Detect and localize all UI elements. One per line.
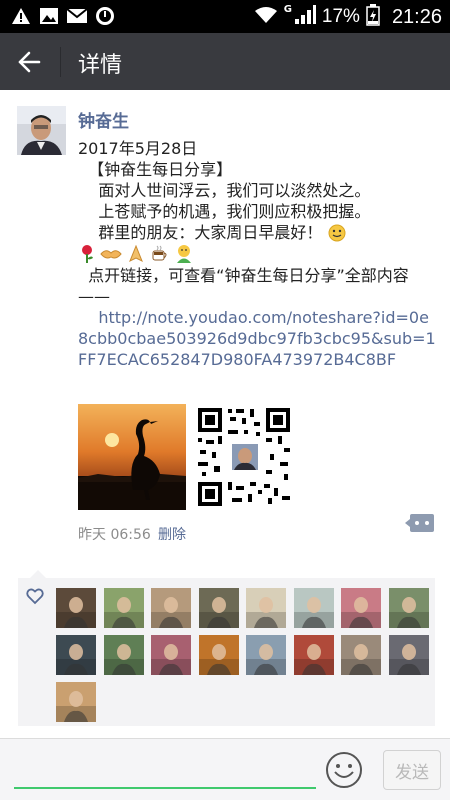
send-button[interactable]: 发送 [383, 750, 441, 790]
delete-button[interactable]: 删除 [158, 524, 186, 544]
liker-avatar[interactable] [198, 588, 239, 628]
battery-icon [366, 4, 380, 30]
post-time: 昨天 06:56 [78, 527, 151, 543]
pray-emoji [129, 245, 143, 263]
warning-icon [10, 5, 32, 27]
moment-post: 钟奋生 2017年5月28日 【钟奋生每日分享】 面对人世间浮云，我们可以淡然处… [0, 90, 450, 738]
liker-avatar[interactable] [151, 635, 191, 675]
post-line: 群里的朋友：大家周日早晨好！ [78, 222, 438, 243]
liker-avatar[interactable] [293, 635, 334, 675]
status-bar: G 17% 21:26 [0, 0, 450, 33]
clock: 21:26 [391, 5, 442, 28]
liker-avatar[interactable] [388, 635, 429, 675]
link-intro: 点开链接，可查看“钟奋生每日分享”全部内容—— [78, 266, 409, 306]
qr-code-image[interactable] [194, 404, 294, 510]
notification-icons [10, 5, 116, 27]
liker-avatar[interactable] [246, 635, 286, 675]
wifi-icon [254, 6, 278, 28]
emoji-row [78, 243, 438, 265]
signal-icon [294, 5, 316, 29]
comment-input[interactable] [14, 787, 316, 789]
back-button[interactable] [12, 45, 46, 79]
post-date: 2017年5月28日 [78, 139, 198, 158]
back-arrow-icon [18, 51, 41, 73]
post-greeting: 群里的朋友：大家周日早晨好！ [78, 223, 323, 242]
liker-avatar[interactable] [293, 588, 334, 628]
coffee-emoji [152, 245, 167, 261]
network-type: G [283, 4, 292, 15]
image-icon [38, 5, 60, 27]
smiley-icon[interactable] [325, 751, 363, 789]
liker-avatar[interactable] [341, 588, 381, 628]
title-bar: 详情 [0, 33, 450, 90]
liker-avatar[interactable] [388, 588, 429, 628]
post-line: 【钟奋生每日分享】 [78, 160, 233, 179]
liker-avatar[interactable] [151, 588, 191, 628]
smile-emoji [328, 224, 346, 242]
title-divider [60, 47, 61, 77]
liker-avatar[interactable] [103, 635, 144, 675]
crane-sunset-image[interactable] [78, 404, 186, 510]
mail-icon [66, 5, 88, 27]
post-line: 面对人世间浮云，我们可以淡然处之。 [78, 181, 371, 200]
hug-emoji [177, 245, 191, 263]
note-link[interactable]: http://note.youdao.com/noteshare?id=0e8c… [78, 307, 438, 370]
liker-avatar[interactable] [56, 635, 96, 675]
liker-avatar[interactable] [246, 588, 286, 628]
liker-avatar[interactable] [198, 635, 239, 675]
likes-panel [18, 570, 435, 726]
system-icons: G 17% 21:26 [254, 4, 442, 30]
liker-avatar[interactable] [341, 635, 381, 675]
liker-avatar[interactable] [56, 588, 96, 628]
heart-icon [26, 588, 44, 605]
post-line: 上苍赋予的机遇，我们则应积极把握。 [78, 202, 371, 221]
comment-input-bar: 发送 [0, 738, 450, 800]
comment-dot [415, 521, 419, 525]
liker-avatar[interactable] [56, 682, 96, 722]
author-avatar[interactable] [17, 106, 66, 155]
comment-dot [425, 521, 429, 525]
liker-avatar[interactable] [103, 588, 144, 628]
post-text: 2017年5月28日 【钟奋生每日分享】 面对人世间浮云，我们可以淡然处之。 上… [78, 138, 438, 370]
author-name[interactable]: 钟奋生 [78, 107, 129, 132]
rose-emoji [82, 245, 93, 263]
handshake-emoji [100, 250, 122, 259]
battery-percent: 17% [321, 6, 360, 27]
page-title: 详情 [78, 53, 123, 78]
sync-icon [94, 5, 116, 27]
comment-icon[interactable] [405, 514, 434, 532]
